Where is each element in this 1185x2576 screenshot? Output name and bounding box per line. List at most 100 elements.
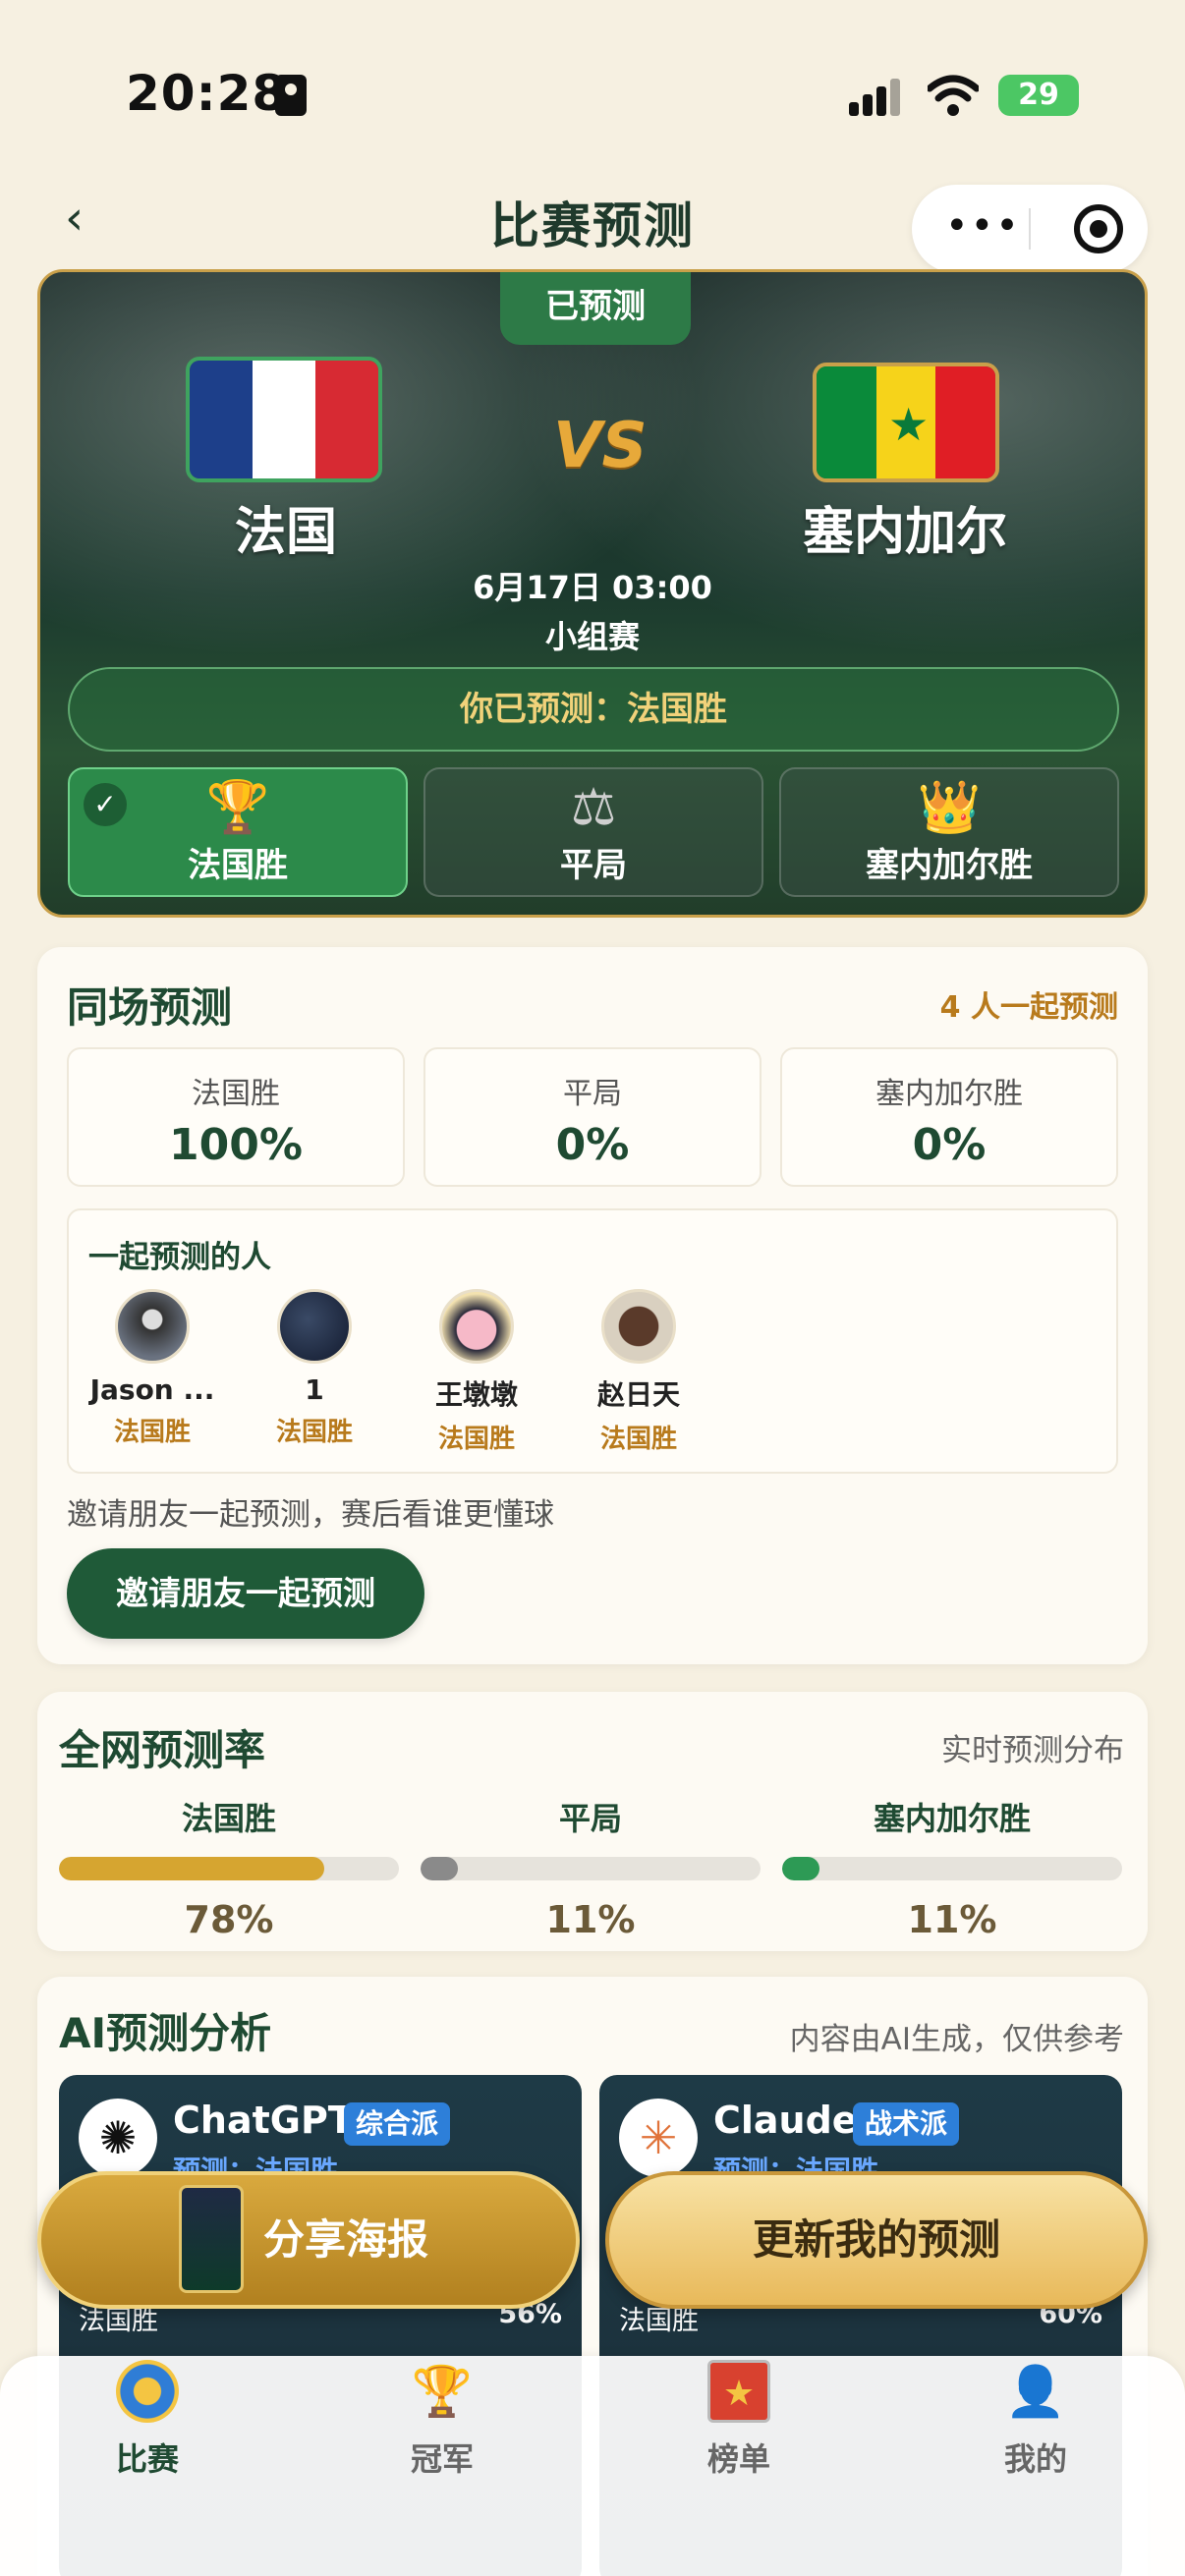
capsule-divider bbox=[1029, 208, 1031, 250]
share-poster-button[interactable]: 分享海报 bbox=[37, 2171, 580, 2309]
rate-fill bbox=[782, 1857, 820, 1880]
rate-bar bbox=[421, 1857, 761, 1880]
person-item[interactable]: 赵日天 法国胜 bbox=[565, 1289, 712, 1455]
vs-icon: VS bbox=[553, 410, 648, 482]
option-label: 法国胜 bbox=[188, 846, 288, 885]
rate-label: 塞内加尔胜 bbox=[873, 1800, 1031, 1837]
status-time: 20:28 bbox=[126, 65, 288, 122]
option-away-win[interactable]: 👑 塞内加尔胜 bbox=[779, 767, 1119, 897]
share-label: 分享海报 bbox=[263, 2215, 429, 2264]
rate-away: 塞内加尔胜 11% bbox=[782, 1794, 1122, 1941]
your-prediction-banner: 你已预测：法国胜 bbox=[68, 667, 1119, 752]
stat-home: 法国胜 100% bbox=[67, 1047, 405, 1187]
rate-home: 法国胜 78% bbox=[59, 1794, 399, 1941]
tab-champion[interactable]: 🏆 冠军 bbox=[324, 2356, 560, 2513]
tab-label: 冠军 bbox=[410, 2440, 474, 2478]
ai-model-name: Claude bbox=[713, 2099, 858, 2142]
tab-match[interactable]: 比赛 bbox=[29, 2356, 265, 2513]
person-pick: 法国胜 bbox=[113, 1418, 191, 1447]
person-name: 王墩墩 bbox=[434, 1378, 518, 1411]
participant-count: 4 人一起预测 bbox=[939, 990, 1118, 1025]
tab-mine[interactable]: 👤 我的 bbox=[918, 2356, 1154, 2513]
scale-icon: ⚖ bbox=[570, 778, 617, 837]
ai-model-tag: 综合派 bbox=[344, 2102, 451, 2146]
person-pick: 法国胜 bbox=[275, 1418, 353, 1447]
person-pick: 法国胜 bbox=[599, 1425, 677, 1454]
senegal-flag-icon: ★ bbox=[813, 363, 999, 482]
ai-model-tag: 战术派 bbox=[853, 2102, 960, 2146]
poster-icon bbox=[179, 2185, 244, 2293]
person-name: 赵日天 bbox=[596, 1378, 680, 1411]
ranking-icon: ★ bbox=[707, 2360, 770, 2423]
section-subtitle: 实时预测分布 bbox=[941, 1733, 1124, 1768]
rate-bar bbox=[782, 1857, 1122, 1880]
mini-program-capsule: ••• bbox=[912, 185, 1148, 273]
signal-icon bbox=[849, 79, 904, 116]
match-hero-card: 已预测 ★ 法国 VS 塞内加尔 6月17日 03:00 小组赛 你已预测：法国… bbox=[37, 269, 1148, 918]
claude-logo-icon: ✳ bbox=[619, 2099, 698, 2177]
stat-label: 塞内加尔胜 bbox=[875, 1077, 1023, 1111]
ai-model-name: ChatGPT bbox=[173, 2099, 354, 2142]
rate-label: 平局 bbox=[558, 1800, 622, 1837]
predicted-badge: 已预测 bbox=[500, 272, 691, 345]
tab-label: 比赛 bbox=[115, 2440, 179, 2478]
rate-fill bbox=[59, 1857, 324, 1880]
section-subtitle: 内容由AI生成，仅供参考 bbox=[789, 2022, 1124, 2057]
section-title: AI预测分析 bbox=[59, 2009, 272, 2057]
rate-value: 11% bbox=[907, 1898, 997, 1941]
person-pick: 法国胜 bbox=[437, 1425, 515, 1454]
stat-value: 0% bbox=[912, 1120, 987, 1170]
bottom-tab-bar: 比赛 🏆 冠军 ★ 榜单 👤 我的 bbox=[0, 2356, 1185, 2576]
people-title: 一起预测的人 bbox=[88, 1240, 271, 1275]
rate-bar bbox=[59, 1857, 399, 1880]
tab-label: 榜单 bbox=[706, 2440, 770, 2478]
stat-label: 平局 bbox=[563, 1077, 622, 1111]
close-target-icon[interactable] bbox=[1074, 204, 1123, 253]
rate-label: 法国胜 bbox=[181, 1800, 276, 1837]
stat-label: 法国胜 bbox=[192, 1077, 280, 1111]
more-icon[interactable]: ••• bbox=[945, 206, 1019, 246]
wifi-icon bbox=[926, 75, 981, 118]
stat-draw: 平局 0% bbox=[423, 1047, 762, 1187]
soccer-ball-icon bbox=[116, 2360, 179, 2423]
avatar bbox=[601, 1289, 676, 1364]
person-item[interactable]: Jason ... 法国胜 bbox=[79, 1289, 226, 1448]
tab-label: 我的 bbox=[1003, 2440, 1067, 2478]
stat-away: 塞内加尔胜 0% bbox=[780, 1047, 1118, 1187]
avatar bbox=[277, 1289, 352, 1364]
trophy-icon: 🏆 bbox=[411, 2363, 474, 2420]
people-box: 一起预测的人 Jason ... 法国胜 1 法国胜 王墩墩法国胜 赵日天法国胜 bbox=[67, 1208, 1118, 1474]
rate-value: 11% bbox=[545, 1898, 636, 1941]
same-match-card: 同场预测 4 人一起预测 法国胜 100% 平局 0% 塞内加尔胜 0% 一起预测的人… bbox=[37, 947, 1148, 1664]
away-team-name: 塞内加尔 bbox=[802, 503, 1007, 562]
stat-value: 100% bbox=[169, 1120, 303, 1170]
option-home-win[interactable]: ✓ 🏆 法国胜 bbox=[68, 767, 408, 897]
chatgpt-logo-icon: ✺ bbox=[79, 2099, 157, 2177]
stat-value: 0% bbox=[555, 1120, 630, 1170]
option-label: 平局 bbox=[560, 846, 627, 885]
section-title: 同场预测 bbox=[67, 983, 233, 1032]
update-prediction-button[interactable]: 更新我的预测 bbox=[605, 2171, 1148, 2309]
avatar bbox=[439, 1289, 514, 1364]
invite-button[interactable]: 邀请朋友一起预测 bbox=[67, 1548, 424, 1639]
rate-draw: 平局 11% bbox=[421, 1794, 761, 1941]
home-team-name: 法国 bbox=[234, 503, 337, 562]
person-item[interactable]: 1 法国胜 bbox=[241, 1289, 388, 1448]
check-icon: ✓ bbox=[84, 783, 127, 826]
rate-fill bbox=[421, 1857, 459, 1880]
option-label: 塞内加尔胜 bbox=[866, 846, 1033, 885]
person-item[interactable]: 王墩墩 法国胜 bbox=[403, 1289, 550, 1455]
person-name: 1 bbox=[305, 1373, 324, 1406]
global-rate-card: 全网预测率 实时预测分布 法国胜 78% 平局 11% 塞内加尔胜 11% bbox=[37, 1692, 1148, 1951]
avatar bbox=[115, 1289, 190, 1364]
id-card-icon bbox=[275, 75, 307, 116]
tab-ranking[interactable]: ★ 榜单 bbox=[621, 2356, 857, 2513]
user-icon: 👤 bbox=[1004, 2363, 1067, 2420]
match-datetime: 6月17日 03:00 bbox=[473, 569, 712, 606]
crown-icon: 👑 bbox=[917, 778, 982, 837]
option-draw[interactable]: ⚖ 平局 bbox=[423, 767, 763, 897]
section-title: 全网预测率 bbox=[59, 1726, 266, 1774]
star-icon: ★ bbox=[888, 398, 930, 451]
france-flag-icon bbox=[186, 357, 382, 482]
invite-text: 邀请朋友一起预测，赛后看谁更懂球 bbox=[67, 1497, 554, 1533]
